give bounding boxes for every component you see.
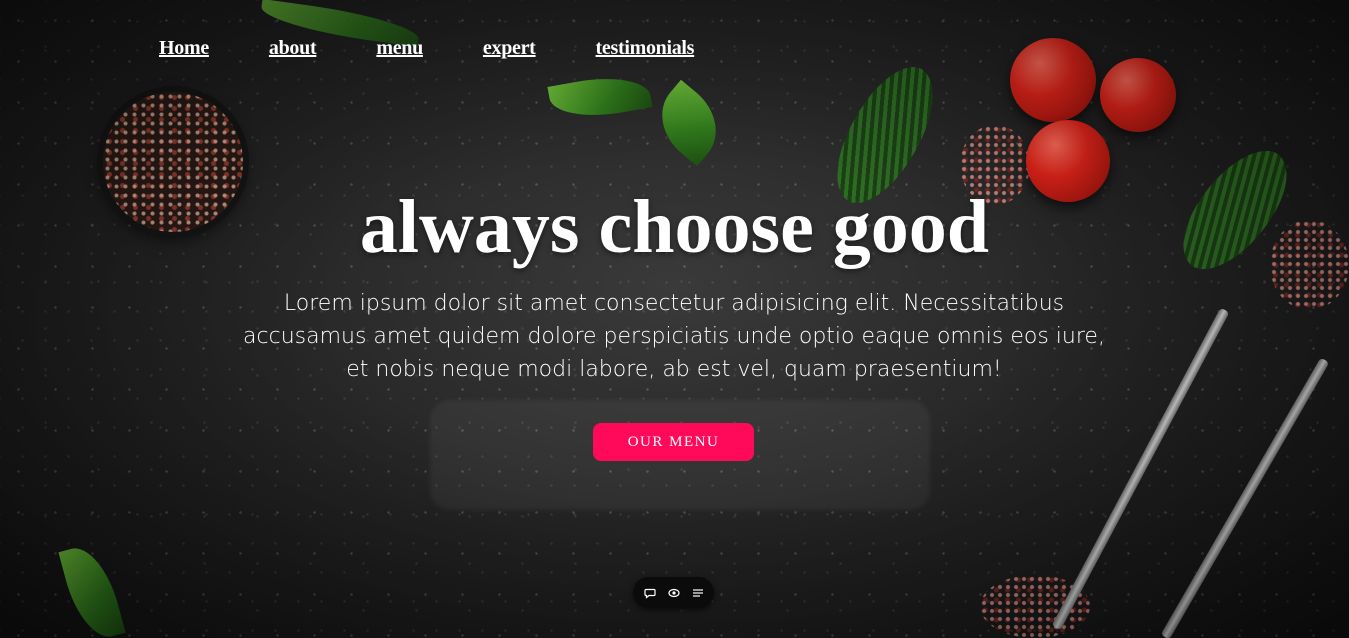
our-menu-button[interactable]: OUR MENU (593, 423, 754, 461)
nav-link-home[interactable]: Home (159, 37, 209, 60)
eye-icon[interactable] (667, 587, 680, 599)
comment-icon[interactable] (643, 587, 656, 599)
nav-link-about[interactable]: about (269, 37, 317, 60)
nav-link-testimonials[interactable]: testimonials (596, 37, 695, 60)
list-icon[interactable] (692, 587, 704, 599)
nav-link-expert[interactable]: expert (483, 37, 536, 60)
main-nav: Home about menu expert testimonials (159, 37, 754, 60)
hero-description: Lorem ipsum dolor sit amet consectetur a… (243, 291, 1105, 382)
nav-link-menu[interactable]: menu (376, 37, 423, 60)
hero-title: always choose good (359, 185, 990, 269)
floating-toolbar (633, 577, 714, 608)
